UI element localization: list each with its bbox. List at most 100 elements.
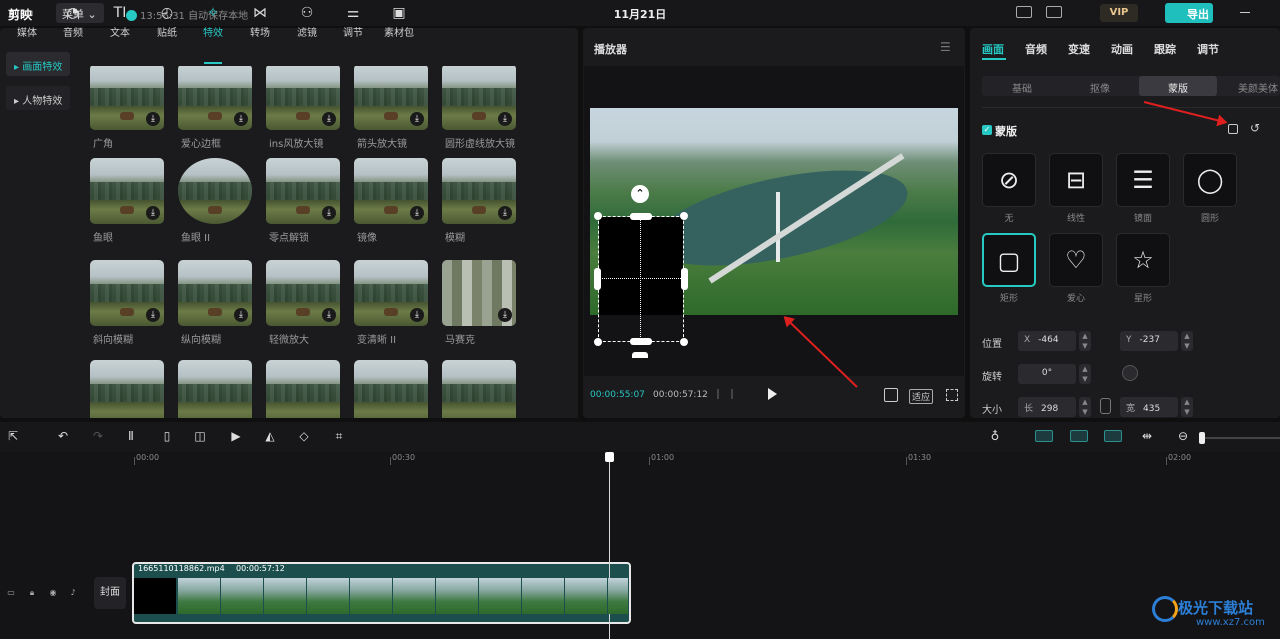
mask-corner-br[interactable]	[680, 338, 688, 346]
download-icon[interactable]: ⤓	[234, 112, 248, 126]
effect-thumbnail[interactable]: ⤓	[178, 260, 252, 326]
track-video-icon[interactable]: ▭	[6, 588, 16, 598]
fullscreen-icon[interactable]	[946, 389, 958, 401]
layout-icon[interactable]	[1046, 6, 1062, 18]
select-cursor-icon[interactable]: ⇱	[6, 429, 20, 443]
effect-thumbnail[interactable]: ⤓	[354, 158, 428, 224]
category-tab-audio[interactable]: ◔ 音频	[50, 4, 96, 39]
length-stepper[interactable]: ▲ ▼	[1079, 397, 1091, 417]
fullscreen-crop-icon[interactable]	[884, 388, 898, 402]
effect-thumbnail[interactable]: ⤓	[266, 158, 340, 224]
effect-thumbnail[interactable]: ⤓	[90, 66, 164, 130]
sub-tab-beauty[interactable]: 美颜美体	[1238, 80, 1278, 95]
mask-option-rectangle[interactable]: ▢	[982, 233, 1036, 287]
mirror-icon[interactable]: ◭	[263, 429, 277, 443]
sub-tab-mask[interactable]: 蒙版	[1139, 76, 1217, 96]
effect-thumbnail[interactable]: ⤓	[442, 260, 516, 326]
mask-option-star[interactable]: ☆	[1116, 233, 1170, 287]
mask-handle-top[interactable]	[630, 213, 652, 220]
download-icon[interactable]: ⤓	[410, 112, 424, 126]
effect-thumbnail[interactable]: ⤓	[266, 66, 340, 130]
preview-axis-icon[interactable]: ⇹	[1140, 429, 1154, 443]
effect-thumbnail[interactable]	[354, 360, 428, 418]
zoom-slider[interactable]	[1200, 437, 1280, 439]
lock-ratio-icon[interactable]	[1100, 398, 1111, 414]
invert-mask-icon[interactable]	[1228, 124, 1238, 134]
category-tab-effects[interactable]: ✧ 特效	[190, 4, 236, 39]
rotate-stepper[interactable]: ▲ ▼	[1079, 364, 1091, 384]
prop-tab[interactable]: 调节	[1197, 41, 1219, 57]
side-cat-person-effects[interactable]: ▸ 人物特效	[6, 86, 70, 110]
vip-button[interactable]: VIP	[1100, 4, 1138, 22]
mask-handle-left[interactable]	[594, 268, 601, 290]
export-button[interactable]: 导出	[1165, 3, 1213, 23]
effect-thumbnail[interactable]: ⤓	[90, 158, 164, 224]
effect-thumbnail[interactable]	[178, 158, 252, 224]
download-icon[interactable]: ⤓	[146, 308, 160, 322]
mask-feather-handle[interactable]	[632, 352, 648, 358]
download-icon[interactable]: ⤓	[146, 206, 160, 220]
category-tab-adjust[interactable]: ⚌ 调节	[330, 4, 376, 39]
effect-thumbnail[interactable]: ⤓	[266, 260, 340, 326]
effect-thumbnail[interactable]: ⤓	[354, 260, 428, 326]
mask-option-heart[interactable]: ♡	[1049, 233, 1103, 287]
download-icon[interactable]: ⤓	[498, 308, 512, 322]
effect-thumbnail[interactable]	[178, 360, 252, 418]
mask-checkbox[interactable]: ✓	[982, 125, 992, 135]
mask-handle-bottom[interactable]	[630, 338, 652, 345]
play-icon[interactable]	[768, 388, 777, 400]
download-icon[interactable]: ⤓	[322, 308, 336, 322]
effect-thumbnail[interactable]: ⤓	[442, 66, 516, 130]
rotate-dial-icon[interactable]	[1122, 365, 1138, 381]
mask-handle-right[interactable]	[681, 268, 688, 290]
download-icon[interactable]: ⤓	[322, 206, 336, 220]
mask-rectangle[interactable]	[598, 216, 684, 342]
pos-x-field[interactable]: X -464	[1018, 331, 1076, 351]
mask-option-mirror-mask[interactable]: ☰	[1116, 153, 1170, 207]
effect-thumbnail[interactable]	[90, 360, 164, 418]
mask-corner-bl[interactable]	[594, 338, 602, 346]
pos-x-stepper[interactable]: ▲ ▼	[1079, 331, 1091, 351]
effect-thumbnail[interactable]: ⤓	[178, 66, 252, 130]
category-tab-text[interactable]: TI 文本	[97, 4, 143, 39]
mask-corner-tl[interactable]	[594, 212, 602, 220]
side-cat-screen-effects[interactable]: ▸ 画面特效	[6, 52, 70, 76]
sub-tab-cutout[interactable]: 抠像	[1090, 80, 1110, 95]
mask-option-none[interactable]: ⊘	[982, 153, 1036, 207]
main-track-magnet-icon[interactable]	[1035, 430, 1053, 442]
download-icon[interactable]: ⤓	[410, 206, 424, 220]
category-tab-media[interactable]: ▭ 媒体	[4, 4, 50, 39]
download-icon[interactable]: ⤓	[498, 206, 512, 220]
track-visible-icon[interactable]: ◉	[48, 588, 58, 598]
rotate-field[interactable]: 0°	[1018, 364, 1076, 384]
prop-tab[interactable]: 跟踪	[1154, 41, 1176, 57]
undo-icon[interactable]: ↶	[56, 429, 70, 443]
length-field[interactable]: 长 298	[1018, 397, 1076, 417]
prop-tab[interactable]: 变速	[1068, 41, 1090, 57]
minimize-icon[interactable]	[1240, 12, 1250, 13]
download-icon[interactable]: ⤓	[234, 308, 248, 322]
player-menu-icon[interactable]: ☰	[940, 40, 951, 54]
pos-y-field[interactable]: Y -237	[1120, 331, 1178, 351]
fit-button[interactable]: 适应	[909, 389, 934, 404]
download-icon[interactable]: ⤓	[322, 112, 336, 126]
prop-tab[interactable]: 音频	[1025, 41, 1047, 57]
category-tab-filter[interactable]: ⚇ 滤镜	[284, 4, 330, 39]
pos-y-stepper[interactable]: ▲ ▼	[1181, 331, 1193, 351]
cover-button[interactable]: 封面	[94, 577, 126, 609]
freeze-icon[interactable]: ◫	[193, 429, 207, 443]
microphone-icon[interactable]: ♁	[988, 429, 1002, 443]
download-icon[interactable]: ⤓	[410, 308, 424, 322]
effect-thumbnail[interactable]: ⤓	[442, 158, 516, 224]
track-mute-icon[interactable]: ♪	[68, 588, 78, 598]
effect-thumbnail[interactable]	[442, 360, 516, 418]
crop-icon[interactable]: ⌗	[332, 429, 346, 443]
effect-thumbnail[interactable]	[266, 360, 340, 418]
playhead-handle[interactable]	[605, 452, 614, 462]
sub-tab-basic[interactable]: 基础	[1012, 80, 1032, 95]
keyboard-icon[interactable]	[1016, 6, 1032, 18]
category-tab-package[interactable]: ▣ 素材包	[376, 4, 422, 39]
track-lock-icon[interactable]: 🔒︎	[27, 588, 37, 598]
prop-tab[interactable]: 画面	[982, 41, 1004, 57]
redo-icon[interactable]: ↷	[91, 429, 105, 443]
